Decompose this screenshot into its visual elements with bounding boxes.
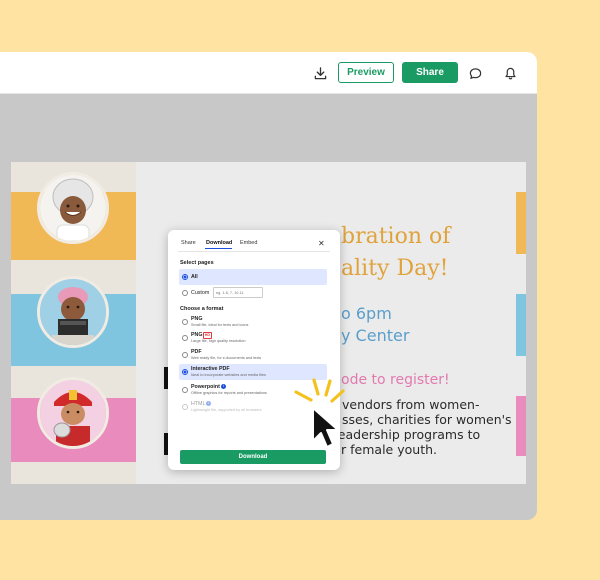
tab-divider	[178, 251, 330, 252]
pages-option-custom[interactable]: Custom	[179, 285, 327, 301]
radio-icon[interactable]	[182, 352, 188, 358]
flyer-venue: y Center	[341, 326, 410, 345]
custom-pages-input[interactable]	[213, 287, 263, 298]
tab-download[interactable]: Download	[206, 240, 232, 246]
pages-option-all[interactable]: All	[179, 269, 327, 285]
radio-icon[interactable]	[182, 387, 188, 393]
format-option-png[interactable]: PNG Small file, ideal for texts and icon…	[179, 314, 327, 330]
format-option-pdf[interactable]: PDF Web ready file, for e-documents and …	[179, 347, 327, 363]
blue-band-right	[516, 294, 526, 356]
bell-icon[interactable]	[501, 64, 519, 82]
radio-icon[interactable]	[182, 335, 188, 341]
radio-icon[interactable]	[182, 274, 188, 280]
radio-icon[interactable]	[182, 404, 188, 410]
top-toolbar: Preview Share	[0, 52, 537, 94]
editor-window: Preview Share bration of ality Day! o 6p…	[0, 52, 537, 520]
flyer-time: o 6pm	[341, 304, 392, 323]
radio-icon[interactable]	[182, 319, 188, 325]
flyer-register-cta: ode to register!	[341, 372, 450, 388]
flyer-title-line1: bration of	[341, 224, 451, 249]
format-option-powerpoint[interactable]: Powerpoint i Offline graphics for report…	[179, 382, 327, 398]
download-button[interactable]: Download	[180, 450, 326, 464]
flyer-title-line2: ality Day!	[341, 256, 449, 281]
download-icon[interactable]	[311, 64, 329, 82]
orange-band-right	[516, 192, 526, 254]
choose-format-title: Choose a format	[180, 306, 224, 312]
format-option-interactive-pdf[interactable]: Interactive PDF Ideal to incorporate web…	[179, 364, 327, 380]
child-photo-helmet	[37, 172, 109, 244]
child-photo-firefighter	[37, 377, 109, 449]
child-photo-books	[37, 276, 109, 348]
format-option-png-hd[interactable]: PNG HD Large file, high quality resoluti…	[179, 330, 327, 346]
share-button[interactable]: Share	[402, 62, 458, 83]
pink-band-right	[516, 396, 526, 456]
info-icon[interactable]: i	[206, 401, 211, 406]
flyer-body-line2: sses, charities for women's	[342, 412, 512, 427]
tab-embed[interactable]: Embed	[240, 240, 257, 246]
share-download-dialog: Share Download Embed ✕ Select pages All …	[168, 230, 340, 470]
info-icon[interactable]: i	[221, 384, 226, 389]
active-tab-indicator	[205, 248, 232, 250]
radio-icon[interactable]	[182, 290, 188, 296]
select-pages-title: Select pages	[180, 260, 214, 266]
radio-icon[interactable]	[182, 369, 188, 375]
flyer-body-line1: vendors from women-	[342, 397, 480, 412]
close-icon[interactable]: ✕	[318, 239, 325, 248]
tab-share[interactable]: Share	[181, 240, 196, 246]
comment-icon[interactable]	[466, 64, 484, 82]
preview-button[interactable]: Preview	[338, 62, 394, 83]
photo-column	[11, 162, 136, 484]
format-option-html[interactable]: HTML i Lightweight file, supported by al…	[179, 399, 327, 415]
